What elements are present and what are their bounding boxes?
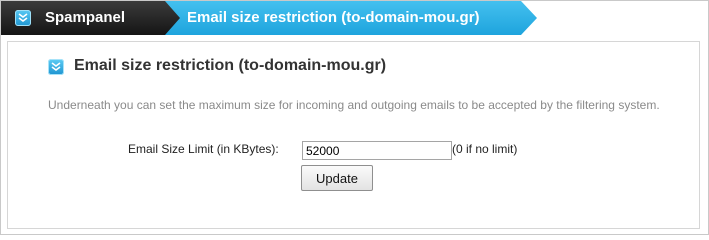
email-size-limit-label: Email Size Limit (in KBytes):: [128, 142, 279, 156]
breadcrumb-root-label[interactable]: Spampanel: [45, 9, 125, 26]
spampanel-window: Spampanel Email size restriction (to-dom…: [0, 0, 709, 235]
content-panel: Email size restriction (to-domain-mou.gr…: [7, 41, 700, 229]
breadcrumb: Spampanel Email size restriction (to-dom…: [1, 1, 708, 35]
chevron-down-icon[interactable]: [15, 10, 31, 26]
section-description: Underneath you can set the maximum size …: [48, 98, 660, 112]
update-button[interactable]: Update: [301, 165, 373, 191]
breadcrumb-item-spampanel[interactable]: Spampanel: [1, 1, 181, 35]
section-title: Email size restriction (to-domain-mou.gr…: [74, 57, 387, 74]
email-size-limit-hint: (0 if no limit): [452, 142, 518, 156]
chevron-down-icon[interactable]: [48, 59, 64, 75]
breadcrumb-current-label: Email size restriction (to-domain-mou.gr…: [187, 9, 480, 26]
email-size-limit-input[interactable]: [302, 141, 452, 160]
